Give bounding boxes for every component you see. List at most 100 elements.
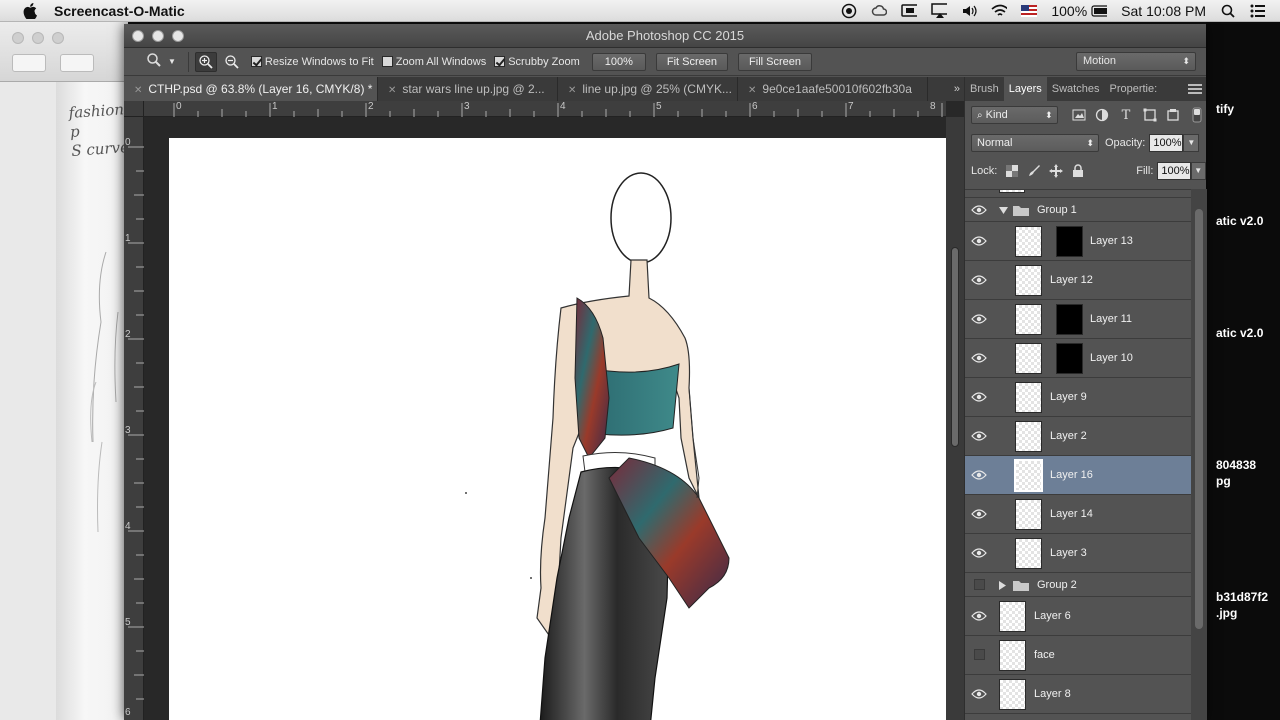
desktop-label[interactable]: tify	[1216, 102, 1234, 116]
visibility-eye-icon[interactable]	[971, 352, 987, 364]
window-minimize-dot[interactable]	[32, 32, 44, 44]
layer-thumbnail[interactable]	[1015, 265, 1042, 296]
layer-mask-thumbnail[interactable]	[1056, 304, 1083, 335]
app-name[interactable]: Screencast-O-Matic	[54, 3, 185, 19]
lock-brush-icon[interactable]	[1027, 164, 1041, 178]
layer-row[interactable]: Layer 6	[965, 597, 1191, 636]
tab-9e0ce1[interactable]: ✕ 9e0ce1aafe50010f602fb30a	[738, 77, 928, 101]
layer-thumbnail[interactable]	[1015, 382, 1042, 413]
volume-icon[interactable]	[961, 3, 977, 19]
window-title-bar[interactable]: Adobe Photoshop CC 2015	[124, 24, 1206, 48]
close-button[interactable]	[132, 30, 144, 42]
close-tab-icon[interactable]: ✕	[134, 85, 142, 96]
flag-icon[interactable]	[1021, 3, 1038, 19]
layer-row[interactable]: Layer 11	[965, 300, 1191, 339]
window-zoom-dot[interactable]	[52, 32, 64, 44]
smart-object-filter-icon[interactable]	[1165, 107, 1183, 123]
desktop-label[interactable]: pg	[1216, 474, 1231, 488]
resize-windows-checkbox[interactable]: Resize Windows to Fit	[250, 56, 374, 68]
apple-icon[interactable]	[20, 2, 40, 19]
close-tab-icon[interactable]: ✕	[748, 85, 756, 96]
layers-scrollbar[interactable]	[1191, 189, 1207, 720]
layer-row[interactable]: face	[965, 636, 1191, 675]
blend-mode-select[interactable]: Normal ⬍	[971, 134, 1099, 152]
layer-row[interactable]: Layer 8	[965, 675, 1191, 714]
fill-slider-toggle[interactable]: ▼	[1190, 162, 1206, 180]
tab-brush[interactable]: Brush	[965, 77, 1004, 101]
zoom-out-button[interactable]	[60, 54, 94, 72]
document-canvas[interactable]	[169, 138, 946, 720]
visibility-off-box[interactable]	[974, 578, 985, 590]
background-preview-window[interactable]: fashion p S curve	[0, 22, 129, 720]
fill-input[interactable]: 100%	[1157, 162, 1191, 180]
desktop-label[interactable]: .jpg	[1216, 606, 1237, 620]
layer-thumbnail[interactable]	[999, 640, 1026, 671]
canvas-viewport[interactable]	[145, 118, 946, 720]
panel-menu-icon[interactable]	[1188, 84, 1202, 94]
visibility-eye-icon[interactable]	[971, 688, 987, 700]
layer-thumbnail[interactable]	[1015, 499, 1042, 530]
adjustment-filter-icon[interactable]	[1093, 107, 1111, 123]
workspace-select[interactable]: Motion ⬍	[1076, 52, 1196, 71]
tab-line-up[interactable]: ✕ line up.jpg @ 25% (CMYK...	[558, 77, 738, 101]
layer-mask-thumbnail[interactable]	[1056, 226, 1083, 257]
airplay-icon[interactable]	[931, 3, 948, 19]
visibility-eye-icon[interactable]	[971, 430, 987, 442]
minimize-button[interactable]	[152, 30, 164, 42]
filter-toggle-icon[interactable]	[1188, 107, 1206, 123]
layer-thumbnail[interactable]	[1015, 343, 1042, 374]
layer-thumbnail[interactable]	[999, 679, 1026, 710]
ruler-origin[interactable]	[124, 101, 144, 117]
visibility-eye-icon[interactable]	[971, 235, 987, 247]
image-filter-icon[interactable]	[1070, 107, 1088, 123]
window-close-dot[interactable]	[12, 32, 24, 44]
layer-mask-thumbnail[interactable]	[1056, 343, 1083, 374]
layer-thumbnail[interactable]	[1015, 304, 1042, 335]
visibility-eye-icon[interactable]	[971, 204, 987, 216]
lock-all-icon[interactable]	[1071, 164, 1084, 178]
maximize-button[interactable]	[172, 30, 184, 42]
zoom-in-button[interactable]	[194, 51, 217, 72]
fit-screen-button[interactable]: Fit Screen	[655, 52, 729, 71]
layer-partial-top[interactable]	[965, 190, 1191, 198]
layer-row[interactable]: Layer 13	[965, 222, 1191, 261]
tab-properties[interactable]: Propertie:	[1104, 77, 1162, 101]
layer-row[interactable]: Layer 12	[965, 261, 1191, 300]
desktop-label[interactable]: atic v2.0	[1216, 326, 1263, 340]
lock-move-icon[interactable]	[1048, 164, 1063, 178]
zoom-all-windows-checkbox[interactable]: Zoom All Windows	[381, 56, 486, 68]
layers-list[interactable]: Group 1 Layer 13 Layer 12 Layer 11 Layer 10 L…	[965, 189, 1191, 720]
visibility-eye-icon[interactable]	[971, 547, 987, 559]
fashion-illustration[interactable]	[169, 138, 946, 720]
visibility-off-box[interactable]	[974, 649, 985, 660]
sidebar-toggle-button[interactable]	[12, 54, 46, 72]
tab-cthp[interactable]: ✕ CTHP.psd @ 63.8% (Layer 16, CMYK/8) *	[124, 77, 378, 101]
opacity-input[interactable]: 100%	[1149, 134, 1184, 152]
fill-screen-button[interactable]: Fill Screen	[738, 52, 812, 71]
zoom-out-button[interactable]	[221, 52, 243, 72]
layer-thumbnail[interactable]	[1015, 421, 1042, 452]
tab-layers[interactable]: Layers	[1003, 77, 1047, 101]
layer-row[interactable]: Layer 14	[965, 495, 1191, 534]
tool-preset-picker[interactable]: ▼	[146, 52, 176, 71]
clock[interactable]: Sat 10:08 PM	[1121, 3, 1206, 19]
spotlight-search-icon[interactable]	[1220, 3, 1236, 19]
layer-row[interactable]: Layer 10	[965, 339, 1191, 378]
close-tab-icon[interactable]: ✕	[568, 85, 576, 96]
layer-thumbnail[interactable]	[999, 601, 1026, 632]
filter-kind-select[interactable]: ⌕ Kind ⬍	[971, 106, 1058, 124]
visibility-eye-icon[interactable]	[971, 274, 987, 286]
layer-group-row[interactable]: Group 1	[965, 198, 1191, 222]
layer-thumbnail[interactable]	[1014, 459, 1043, 492]
battery-icon[interactable]	[1091, 3, 1108, 19]
screen-icon[interactable]	[901, 3, 918, 19]
visibility-eye-icon[interactable]	[971, 508, 987, 520]
visibility-eye-icon[interactable]	[971, 391, 987, 403]
layer-row[interactable]: Layer 3	[965, 534, 1191, 573]
wifi-icon[interactable]	[991, 3, 1008, 19]
desktop-label[interactable]: 804838	[1216, 458, 1256, 472]
vertical-ruler[interactable]: 0 1 2 3 4 5 6	[124, 117, 144, 720]
record-icon[interactable]	[841, 3, 857, 19]
canvas-vertical-scrollbar[interactable]	[946, 117, 964, 720]
zoom-100-button[interactable]: 100%	[591, 52, 646, 71]
